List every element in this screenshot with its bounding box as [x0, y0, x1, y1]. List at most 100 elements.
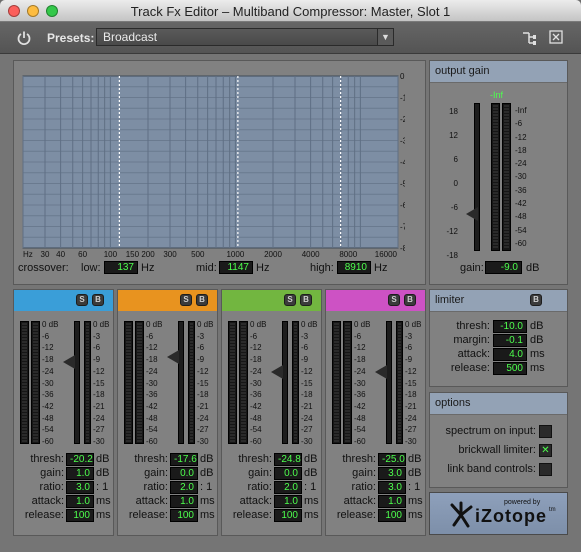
scale-tick: -30 — [42, 378, 54, 388]
scale-tick: -27 — [301, 425, 313, 435]
scale-tick: -24 — [93, 413, 105, 423]
band-3-threshold-thumb[interactable] — [271, 364, 283, 379]
presets-label: Presets: — [47, 31, 95, 45]
db-tick-label: -20 — [400, 115, 405, 124]
band-3-scale-left: 0 dB -6 -12 -18 -24 -30 -36 -42 -48 -54 -60 — [250, 319, 266, 448]
limiter-thresh-field[interactable]: -10.0 — [493, 320, 527, 333]
scale-tick: -12 — [146, 343, 158, 353]
scale-tick: -12 — [250, 343, 262, 353]
band-4-gain-field[interactable]: 3.0 — [378, 467, 406, 480]
band-2-scale-right: 0 dB -3 -6 -9 -12 -15 -18 -21 -24 -27 -30 — [197, 319, 213, 448]
band-4-threshold-thumb[interactable] — [375, 365, 387, 380]
band-2-threshold-slider[interactable] — [178, 321, 184, 444]
output-gain-field[interactable]: -9.0 — [485, 261, 522, 274]
band-2-release-field[interactable]: 100 — [170, 509, 198, 522]
scale-tick: -24 — [42, 366, 54, 376]
limiter-attack-unit: ms — [530, 348, 545, 360]
freq-tick-label: 500 — [191, 250, 205, 259]
scale-tick: -21 — [93, 401, 105, 411]
spectrum-on-input-checkbox[interactable] — [539, 425, 552, 438]
band-2-gain-field[interactable]: 0.0 — [170, 467, 198, 480]
band-2-gr-meter — [188, 321, 195, 444]
output-gain-slider-track[interactable] — [474, 103, 480, 251]
band-2-solo-button[interactable]: S — [180, 294, 192, 306]
band-3-release-field[interactable]: 100 — [274, 509, 302, 522]
scale-tick: -12 — [42, 343, 54, 353]
band-2-meter-left — [124, 321, 133, 444]
band-1-gain-field[interactable]: 1.0 — [66, 467, 94, 480]
band-4-thresh-unit: dB — [408, 453, 422, 465]
band-4-bypass-button[interactable]: B — [404, 294, 416, 306]
freq-tick-label: Hz — [23, 250, 33, 259]
band-1-release-field[interactable]: 100 — [66, 509, 94, 522]
scale-tick: -6 — [515, 119, 523, 129]
band-4-ratio-field[interactable]: 3.0 — [378, 481, 406, 494]
spectrum-graph[interactable]: 0 dB -10 -20 -30 -40 -50 -60 -70 -80 Hz 30 40 60 100 1… — [20, 71, 405, 261]
scale-tick: -30 — [250, 378, 262, 388]
band-1-solo-button[interactable]: S — [76, 294, 88, 306]
band-3-threshold-slider[interactable] — [282, 321, 288, 444]
freq-tick-label: 200 — [141, 250, 155, 259]
band-2-bypass-button[interactable]: B — [196, 294, 208, 306]
scale-tick: -24 — [197, 413, 209, 423]
band-4-attack-label: attack: — [343, 495, 376, 507]
close-window-icon[interactable] — [549, 30, 563, 44]
band-1-thresh-unit: dB — [96, 453, 110, 465]
band-4-solo-button[interactable]: S — [388, 294, 400, 306]
band-1-thresh-field[interactable]: -20.2 — [66, 453, 94, 466]
band-1-bypass-button[interactable]: B — [92, 294, 104, 306]
scale-tick: -Inf — [515, 106, 527, 115]
band-1-scale-left: 0 dB -6 -12 -18 -24 -30 -36 -42 -48 -54 -60 — [42, 319, 58, 448]
scale-tick: -6 — [301, 343, 309, 353]
band-3-bypass-button[interactable]: B — [300, 294, 312, 306]
limiter-attack-field[interactable]: 4.0 — [493, 348, 527, 361]
band-3-thresh-field[interactable]: -24.8 — [274, 453, 302, 466]
window-title: Track Fx Editor – Multiband Compressor: … — [130, 4, 451, 19]
band-3-gr-meter — [292, 321, 299, 444]
limiter-bypass-button[interactable]: B — [530, 294, 542, 306]
mid-crossover-field[interactable]: 1147 — [219, 261, 253, 274]
limiter-margin-field[interactable]: -0.1 — [493, 334, 527, 347]
band-2-thresh-field[interactable]: -17.6 — [170, 453, 198, 466]
band-2-ratio-field[interactable]: 2.0 — [170, 481, 198, 494]
band-3-ratio-unit: : 1 — [304, 481, 317, 493]
scale-tick: -36 — [250, 390, 262, 400]
brickwall-limiter-checkbox[interactable]: ✕ — [539, 444, 552, 457]
scale-tick: -36 — [146, 390, 158, 400]
output-gain-slider-thumb[interactable] — [466, 207, 478, 221]
power-icon[interactable] — [16, 30, 32, 46]
band-1-attack-field[interactable]: 1.0 — [66, 495, 94, 508]
freq-tick-label: 100 — [104, 250, 118, 259]
band-2-attack-field[interactable]: 1.0 — [170, 495, 198, 508]
band-1-threshold-thumb[interactable] — [63, 355, 75, 370]
band-3-release-label: release: — [232, 509, 272, 521]
scale-tick: 0 dB — [42, 320, 59, 329]
scale-tick: -60 — [515, 238, 527, 248]
band-2-threshold-thumb[interactable] — [167, 350, 179, 365]
low-crossover-field[interactable]: 137 — [104, 261, 138, 274]
band-3-attack-field[interactable]: 1.0 — [274, 495, 302, 508]
band-3-ratio-field[interactable]: 2.0 — [274, 481, 302, 494]
band-4-thresh-field[interactable]: -25.0 — [378, 453, 406, 466]
scale-tick: -54 — [42, 425, 54, 435]
band-1-threshold-slider[interactable] — [74, 321, 80, 444]
link-band-controls-checkbox[interactable] — [539, 463, 552, 476]
band-2-gain-label: gain: — [144, 467, 168, 479]
scale-tick: -42 — [515, 199, 527, 209]
scale-tick: -24 — [405, 413, 417, 423]
band-1-release-unit: ms — [96, 509, 111, 521]
band-4-release-field[interactable]: 100 — [378, 509, 406, 522]
band-1-ratio-field[interactable]: 3.0 — [66, 481, 94, 494]
band-4-threshold-slider[interactable] — [386, 321, 392, 444]
band-3-ratio-label: ratio: — [247, 481, 272, 493]
scale-tick: -18 — [515, 145, 527, 155]
band-4-attack-field[interactable]: 1.0 — [378, 495, 406, 508]
title-bar: Track Fx Editor – Multiband Compressor: … — [0, 0, 581, 22]
high-crossover-field[interactable]: 8910 — [337, 261, 371, 274]
scale-tick: -18 — [405, 390, 417, 400]
preset-select[interactable]: Broadcast ▼ — [96, 28, 394, 46]
limiter-release-field[interactable]: 500 — [493, 362, 527, 375]
routing-icon[interactable] — [521, 30, 537, 46]
band-3-solo-button[interactable]: S — [284, 294, 296, 306]
band-3-gain-field[interactable]: 0.0 — [274, 467, 302, 480]
